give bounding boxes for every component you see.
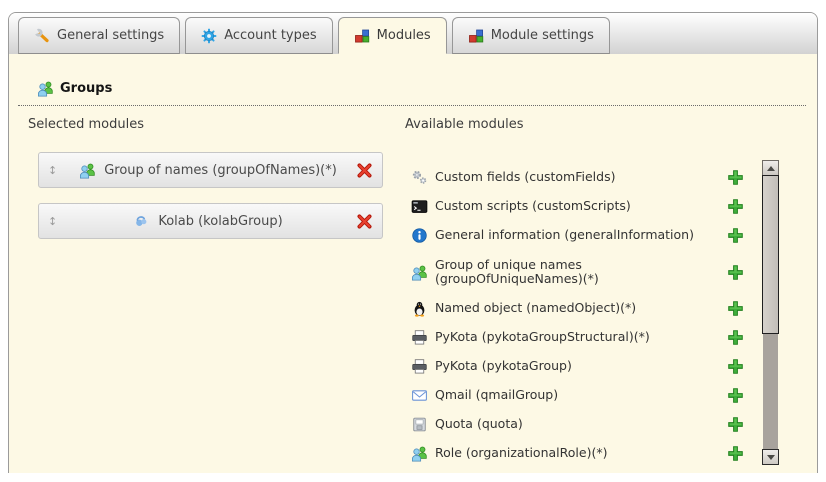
modules-icon xyxy=(354,28,370,44)
gears-icon xyxy=(411,169,428,186)
tab-general-settings[interactable]: General settings xyxy=(18,17,180,54)
disk-icon xyxy=(411,416,428,433)
tab-label: Account types xyxy=(224,28,316,43)
modules-tab-content: Groups Selected modules ↕ Group of names… xyxy=(9,54,817,473)
add-button[interactable] xyxy=(727,264,744,281)
available-module-label: Quota (quota) xyxy=(435,417,707,431)
section-heading: Groups xyxy=(18,80,806,106)
terminal-icon xyxy=(411,198,428,215)
delete-button[interactable] xyxy=(356,213,373,230)
available-modules-label: Available modules xyxy=(405,117,752,132)
printer-icon xyxy=(411,358,428,375)
available-module-row: Quota (quota) xyxy=(405,410,752,439)
drag-handle-icon[interactable]: ↕ xyxy=(48,216,60,227)
available-module-label: Qmail (qmailGroup) xyxy=(435,388,707,402)
available-module-label: Named object (namedObject)(*) xyxy=(435,301,707,315)
available-module-row: Group of unique names (groupOfUniqueName… xyxy=(405,250,752,294)
group-icon xyxy=(79,162,96,179)
available-modules-scrollbar xyxy=(762,160,779,465)
add-button[interactable] xyxy=(727,445,744,462)
wrench-icon xyxy=(34,28,50,44)
add-button[interactable] xyxy=(727,387,744,404)
selected-module-label: Group of names (groupOfNames)(*) xyxy=(104,163,337,178)
selected-module-row[interactable]: ↕ Kolab (kolabGroup) xyxy=(38,203,383,239)
selected-module-row[interactable]: ↕ Group of names (groupOfNames)(*) xyxy=(38,152,383,188)
kolab-icon xyxy=(133,213,150,230)
add-button[interactable] xyxy=(727,227,744,244)
group-icon xyxy=(411,445,428,462)
available-module-label: Custom fields (customFields) xyxy=(435,170,707,184)
delete-button[interactable] xyxy=(356,162,373,179)
down-arrow-icon xyxy=(767,455,775,460)
tab-account-types[interactable]: Account types xyxy=(185,17,332,54)
mail-icon xyxy=(411,387,428,404)
add-button[interactable] xyxy=(727,329,744,346)
add-button[interactable] xyxy=(727,198,744,215)
tab-label: Module settings xyxy=(491,28,594,43)
available-module-label: Role (organizationalRole)(*) xyxy=(435,446,707,460)
available-module-row: Role (organizationalRole)(*) xyxy=(405,439,752,468)
penguin-icon xyxy=(411,300,428,317)
section-title: Groups xyxy=(60,81,112,96)
available-module-row: Custom fields (customFields) xyxy=(405,163,752,192)
available-module-label: Group of unique names (groupOfUniqueName… xyxy=(435,258,707,287)
available-module-label: PyKota (pykotaGroupStructural)(*) xyxy=(435,330,707,344)
available-modules-panel: Available modules Custom fields (customF… xyxy=(405,117,752,468)
available-module-label: Custom scripts (customScripts) xyxy=(435,199,707,213)
add-button[interactable] xyxy=(727,416,744,433)
available-module-row: Custom scripts (customScripts) xyxy=(405,192,752,221)
group-icon xyxy=(37,80,54,97)
drag-handle-icon[interactable]: ↕ xyxy=(48,165,60,176)
available-module-row: Qmail (qmailGroup) xyxy=(405,381,752,410)
selected-modules-panel: Selected modules ↕ Group of names (group… xyxy=(28,117,388,254)
scrollbar-thumb[interactable] xyxy=(762,175,779,334)
selected-modules-label: Selected modules xyxy=(28,117,388,132)
available-module-row: Named object (namedObject)(*) xyxy=(405,294,752,323)
add-button[interactable] xyxy=(727,169,744,186)
add-button[interactable] xyxy=(727,358,744,375)
group-icon xyxy=(411,264,428,281)
info-icon xyxy=(411,227,428,244)
available-module-label: PyKota (pykotaGroup) xyxy=(435,359,707,373)
gear-icon xyxy=(201,28,217,44)
available-module-row: PyKota (pykotaGroupStructural)(*) xyxy=(405,323,752,352)
add-button[interactable] xyxy=(727,300,744,317)
tab-modules[interactable]: Modules xyxy=(338,17,447,54)
available-module-label: General information (generalInformation) xyxy=(435,228,707,242)
scrollbar-down-button[interactable] xyxy=(762,449,779,465)
tab-module-settings[interactable]: Module settings xyxy=(452,17,610,54)
selected-module-label: Kolab (kolabGroup) xyxy=(158,214,282,229)
tab-label: Modules xyxy=(377,28,431,43)
modules-icon xyxy=(468,28,484,44)
configuration-window: General settings Account types xyxy=(8,12,818,473)
available-module-row: General information (generalInformation) xyxy=(405,221,752,250)
printer-icon xyxy=(411,329,428,346)
available-module-row: PyKota (pykotaGroup) xyxy=(405,352,752,381)
scrollbar-up-button[interactable] xyxy=(762,160,779,176)
tab-bar: General settings Account types xyxy=(9,13,817,54)
up-arrow-icon xyxy=(767,166,775,171)
tab-label: General settings xyxy=(57,28,164,43)
